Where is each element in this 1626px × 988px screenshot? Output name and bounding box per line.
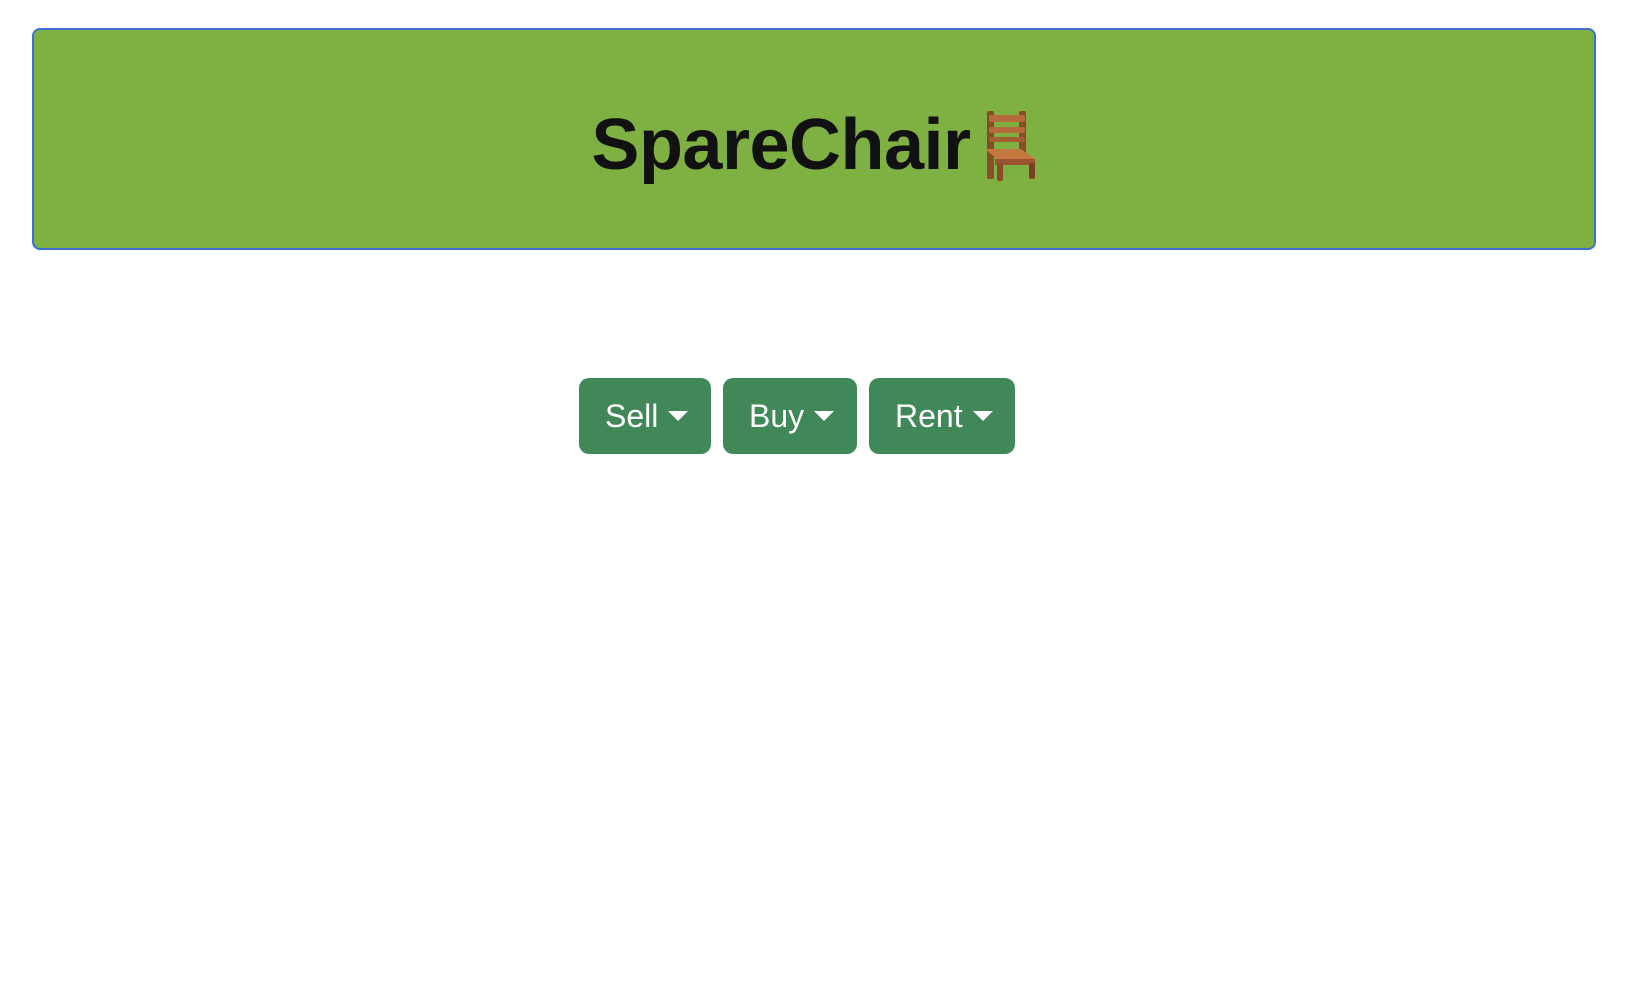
caret-down-icon bbox=[668, 411, 689, 421]
caret-down-icon bbox=[972, 411, 993, 421]
rent-dropdown-button[interactable]: Rent bbox=[869, 378, 1015, 454]
rent-button-label: Rent bbox=[895, 397, 963, 434]
chair-icon bbox=[979, 109, 1037, 181]
sell-dropdown-button[interactable]: Sell bbox=[579, 378, 711, 454]
caret-down-icon bbox=[814, 411, 835, 421]
site-title: SpareChair bbox=[591, 105, 971, 185]
sell-button-label: Sell bbox=[605, 397, 659, 434]
header-banner: SpareChair bbox=[32, 28, 1596, 250]
buy-dropdown-button[interactable]: Buy bbox=[723, 378, 857, 454]
menu-button-row: Sell Buy Rent bbox=[0, 378, 1626, 454]
buy-button-label: Buy bbox=[749, 397, 805, 434]
brand: SpareChair bbox=[591, 109, 1036, 181]
